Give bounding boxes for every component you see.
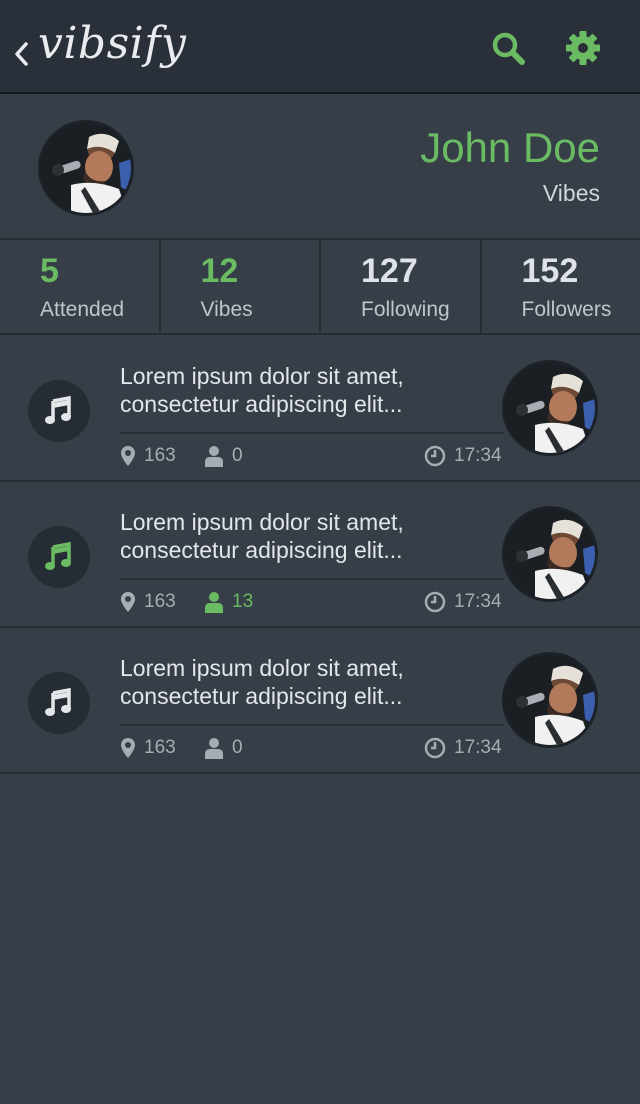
profile-section: John Doe Vibes	[0, 96, 640, 238]
feed-item[interactable]: Lorem ipsum dolor sit amet, consectetur …	[0, 628, 640, 774]
feed-item-text: Lorem ipsum dolor sit amet, consectetur …	[120, 655, 404, 709]
stat-followers[interactable]: 152 Followers	[482, 240, 640, 333]
map-pin-icon	[121, 592, 135, 612]
stat-value: 5	[40, 252, 59, 290]
feed-item-text: Lorem ipsum dolor sit amet, consectetur …	[120, 509, 404, 563]
stat-label: Following	[361, 298, 450, 321]
search-button[interactable]	[486, 26, 530, 70]
timestamp: 17:34	[424, 590, 502, 614]
singer-photo-icon	[505, 363, 595, 453]
feed-item[interactable]: Lorem ipsum dolor sit amet, consectetur …	[0, 482, 640, 628]
vibe-feed: Lorem ipsum dolor sit amet, consectetur …	[0, 336, 640, 774]
people-count-value: 0	[232, 737, 243, 758]
stat-label: Followers	[521, 298, 612, 321]
stat-value: 127	[361, 252, 418, 290]
back-button[interactable]	[8, 36, 34, 72]
app-header: vibsify	[0, 0, 640, 94]
stat-following[interactable]: 127 Following	[321, 240, 482, 333]
location-count-value: 163	[144, 737, 176, 758]
singer-photo-icon	[505, 509, 595, 599]
timestamp-value: 17:34	[454, 445, 502, 466]
gear-icon	[566, 31, 600, 65]
music-note-icon	[28, 380, 90, 442]
stat-value: 12	[200, 252, 239, 290]
clock-icon	[424, 445, 446, 467]
search-icon	[492, 32, 525, 65]
chevron-left-icon	[15, 42, 28, 66]
location-count-value: 163	[144, 591, 176, 612]
app-logo: vibsify	[38, 18, 187, 69]
settings-button[interactable]	[561, 26, 605, 70]
stat-value: 152	[521, 252, 579, 290]
singer-photo-icon	[505, 655, 595, 745]
divider	[120, 724, 504, 726]
stat-attended[interactable]: 5 Attended	[0, 240, 161, 333]
location-count: 163	[120, 444, 176, 468]
map-pin-icon	[121, 446, 135, 466]
people-count-value: 13	[232, 591, 254, 612]
music-note-icon	[28, 672, 90, 734]
music-note-icon	[28, 526, 90, 588]
stat-label: Vibes	[200, 298, 253, 321]
clock-icon	[424, 591, 446, 613]
feed-item[interactable]: Lorem ipsum dolor sit amet, consectetur …	[0, 336, 640, 482]
stat-vibes[interactable]: 12 Vibes	[161, 240, 321, 333]
clock-icon	[424, 737, 446, 759]
feed-item-avatar[interactable]	[502, 506, 598, 602]
user-icon	[205, 738, 223, 759]
timestamp: 17:34	[424, 736, 502, 760]
profile-name: John Doe	[420, 124, 600, 171]
stats-bar: 5 Attended 12 Vibes 127 Following 152 Fo…	[0, 238, 640, 335]
divider	[120, 432, 504, 434]
singer-photo-icon	[41, 123, 131, 213]
user-icon	[205, 592, 223, 613]
map-pin-icon	[121, 738, 135, 758]
feed-item-avatar[interactable]	[502, 360, 598, 456]
profile-subtitle: Vibes	[542, 180, 600, 206]
location-count-value: 163	[144, 445, 176, 466]
people-count: 0	[204, 444, 243, 468]
location-count: 163	[120, 590, 176, 614]
profile-avatar[interactable]	[38, 120, 134, 216]
timestamp-value: 17:34	[454, 591, 502, 612]
timestamp-value: 17:34	[454, 737, 502, 758]
timestamp: 17:34	[424, 444, 502, 468]
people-count: 13	[204, 590, 253, 614]
feed-item-text: Lorem ipsum dolor sit amet, consectetur …	[120, 363, 404, 417]
feed-item-avatar[interactable]	[502, 652, 598, 748]
people-count: 0	[204, 736, 243, 760]
location-count: 163	[120, 736, 176, 760]
user-icon	[205, 446, 223, 467]
people-count-value: 0	[232, 445, 243, 466]
stat-label: Attended	[40, 298, 125, 321]
divider	[120, 578, 504, 580]
